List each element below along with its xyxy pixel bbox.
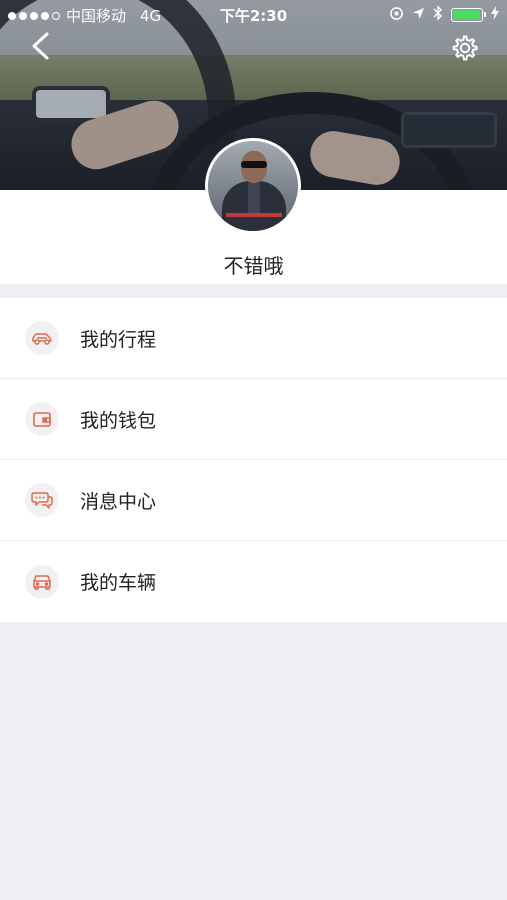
chat-icon xyxy=(25,483,59,517)
battery-icon xyxy=(451,8,486,22)
menu-item-vehicles[interactable]: 我的车辆 xyxy=(0,541,507,622)
menu-item-label: 我的车辆 xyxy=(80,572,157,594)
menu-item-trips[interactable]: 我的行程 xyxy=(0,298,507,379)
car-icon xyxy=(25,321,59,355)
orientation-lock-icon xyxy=(389,6,404,25)
gear-icon xyxy=(452,35,478,61)
charging-bolt-icon xyxy=(491,6,499,24)
settings-button[interactable] xyxy=(447,30,483,66)
menu-item-wallet[interactable]: 我的钱包 xyxy=(0,379,507,460)
vehicle-front-icon xyxy=(25,564,59,599)
wallet-icon xyxy=(25,402,59,436)
chevron-left-icon xyxy=(32,32,49,60)
menu-list: 我的行程 我的钱包 消息中心 我的车辆 xyxy=(0,298,507,622)
back-button[interactable] xyxy=(22,28,58,64)
profile-screen: 中国移动 4G 下午2:30 不错哦 我的行程 我的钱包 消息中心 我的车辆 xyxy=(0,0,507,900)
menu-item-label: 消息中心 xyxy=(80,490,157,513)
menu-item-label: 我的钱包 xyxy=(80,409,157,432)
status-right xyxy=(389,5,499,25)
avatar[interactable] xyxy=(205,138,301,234)
menu-item-messages[interactable]: 消息中心 xyxy=(0,460,507,541)
status-bar: 中国移动 4G 下午2:30 xyxy=(0,0,507,30)
location-arrow-icon xyxy=(412,6,425,24)
bluetooth-icon xyxy=(433,5,443,25)
menu-item-label: 我的行程 xyxy=(80,328,157,351)
username: 不错哦 xyxy=(223,254,284,278)
